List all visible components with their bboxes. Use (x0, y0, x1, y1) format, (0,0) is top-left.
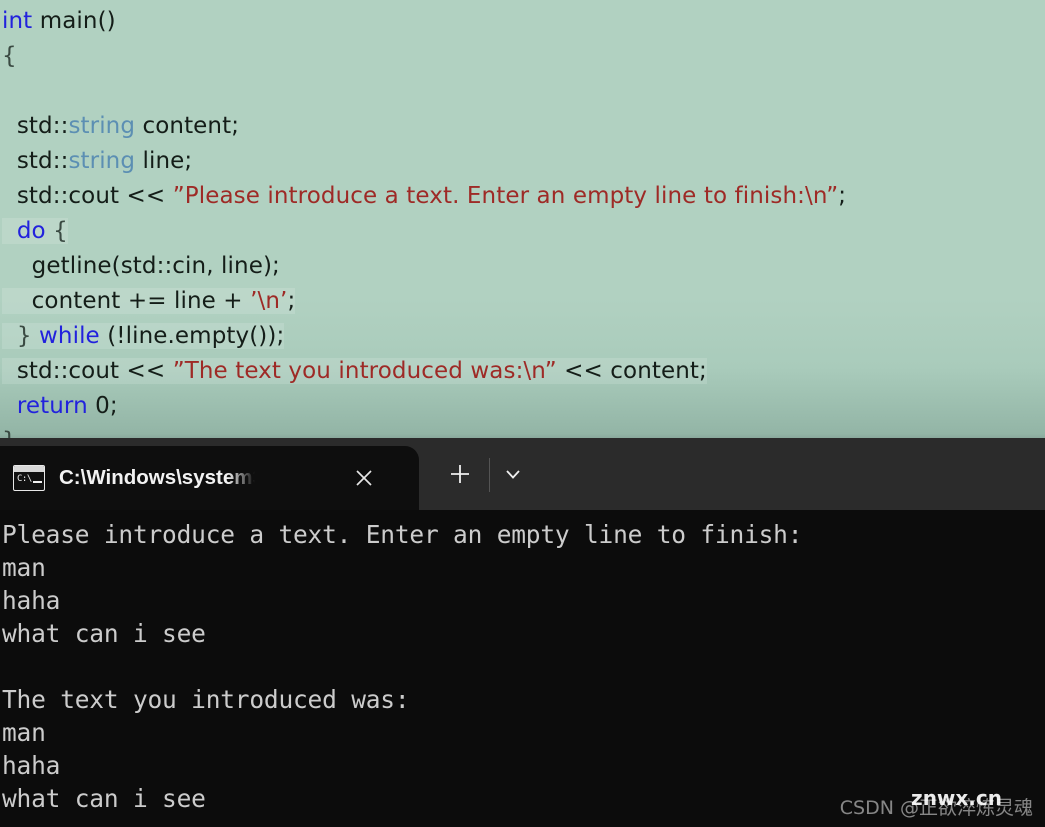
code-token-pln: << content; (556, 358, 707, 384)
code-token-brc: { (2, 43, 17, 69)
terminal-tab-strip: C:\ C:\Windows\system32\cmd.e (0, 438, 1045, 510)
code-line-content: { (2, 43, 17, 69)
code-line: std::string content; (0, 109, 1045, 144)
code-token-pln: (!line.empty()); (99, 323, 285, 349)
code-line: } while (!line.empty()); (0, 319, 1045, 354)
code-line: return 0; (0, 389, 1045, 424)
code-line: std::cout << ”The text you introduced wa… (0, 354, 1045, 389)
code-token-pln: std:: (16, 148, 69, 174)
code-token-brc: } (2, 428, 17, 438)
code-line-content: do { (2, 218, 68, 244)
code-token-brc: } (16, 323, 39, 349)
code-line: do { (0, 214, 1045, 249)
terminal-tab[interactable]: C:\ C:\Windows\system32\cmd.e (0, 446, 419, 510)
code-line-content: std::cout << ”Please introduce a text. E… (2, 183, 846, 209)
code-token-pln: std::cout << (16, 358, 173, 384)
terminal-output-line: man (2, 718, 46, 747)
cmd-icon-prompt-text: C:\ (17, 474, 32, 484)
code-token-pln: main() (32, 8, 116, 34)
code-line-content: std::cout << ”The text you introduced wa… (2, 358, 707, 384)
code-line: { (0, 39, 1045, 74)
code-line-content: int main() (2, 8, 116, 34)
code-line-content: } while (!line.empty()); (2, 323, 285, 349)
code-line: std::string line; (0, 144, 1045, 179)
cmd-icon-titlebar (14, 466, 44, 472)
code-line-content: getline(std::cin, line); (2, 253, 280, 279)
code-line: std::cout << ”Please introduce a text. E… (0, 179, 1045, 214)
cmd-console-icon: C:\ (13, 465, 45, 491)
terminal-output-line: haha (2, 751, 61, 780)
code-line: content += line + ’\n’; (0, 284, 1045, 319)
code-line: int main() (0, 4, 1045, 39)
terminal-output-line: what can i see (2, 619, 206, 648)
code-token-pln: content; (135, 113, 240, 139)
code-line-content: content += line + ’\n’; (2, 288, 296, 314)
watermark-site: znwx.cn (911, 786, 1002, 810)
code-token-kw: int (2, 8, 33, 34)
code-token-typ: string (68, 148, 136, 174)
code-line-content: std::string content; (2, 113, 239, 139)
terminal-tab-title: C:\Windows\system32\cmd.e (59, 466, 255, 489)
windows-terminal-window: C:\ C:\Windows\system32\cmd.e (0, 438, 1045, 827)
code-lines: int main(){ std::string content; std::st… (0, 4, 1045, 438)
code-token-typ: string (68, 113, 136, 139)
terminal-output[interactable]: Please introduce a text. Enter an empty … (0, 510, 1045, 827)
code-token-kw: while (38, 323, 100, 349)
close-icon[interactable] (349, 463, 379, 493)
code-token-str: ”Please introduce a text. Enter an empty… (172, 183, 839, 209)
terminal-output-line: The text you introduced was: (2, 685, 410, 714)
chevron-down-icon[interactable] (495, 446, 531, 502)
code-token-kw: return (16, 393, 88, 419)
code-token-brc: { (45, 218, 68, 244)
code-snippet-pane: int main(){ std::string content; std::st… (0, 0, 1045, 438)
code-token-pln: getline(std::cin, line); (31, 253, 280, 279)
code-line-content: std::string line; (2, 148, 192, 174)
terminal-output-line: haha (2, 586, 61, 615)
code-token-str: ’\n’ (250, 288, 288, 314)
code-token-pln: ; (287, 288, 296, 314)
code-line: getline(std::cin, line); (0, 249, 1045, 284)
code-token-pln: line; (135, 148, 193, 174)
code-token-pln: std:: (16, 113, 69, 139)
tabstrip-divider (489, 458, 490, 492)
screenshot-root: int main(){ std::string content; std::st… (0, 0, 1045, 827)
code-token-pln: content += line + (31, 288, 251, 314)
code-line-content: return 0; (2, 393, 118, 419)
code-token-kw: do (16, 218, 46, 244)
cmd-icon-cursor (33, 481, 42, 483)
code-token-pln: ; (838, 183, 847, 209)
code-token-pln: std::cout << (16, 183, 173, 209)
terminal-output-line: man (2, 553, 46, 582)
code-line: } (0, 424, 1045, 438)
code-token-pln: 0; (87, 393, 118, 419)
code-line-content: } (2, 428, 17, 438)
terminal-output-line: Please introduce a text. Enter an empty … (2, 520, 803, 549)
watermark: CSDN @正欲淬炼灵魂 znwx.cn (807, 786, 1037, 823)
new-tab-button[interactable] (441, 446, 479, 502)
code-token-str: ”The text you introduced was:\n” (172, 358, 557, 384)
